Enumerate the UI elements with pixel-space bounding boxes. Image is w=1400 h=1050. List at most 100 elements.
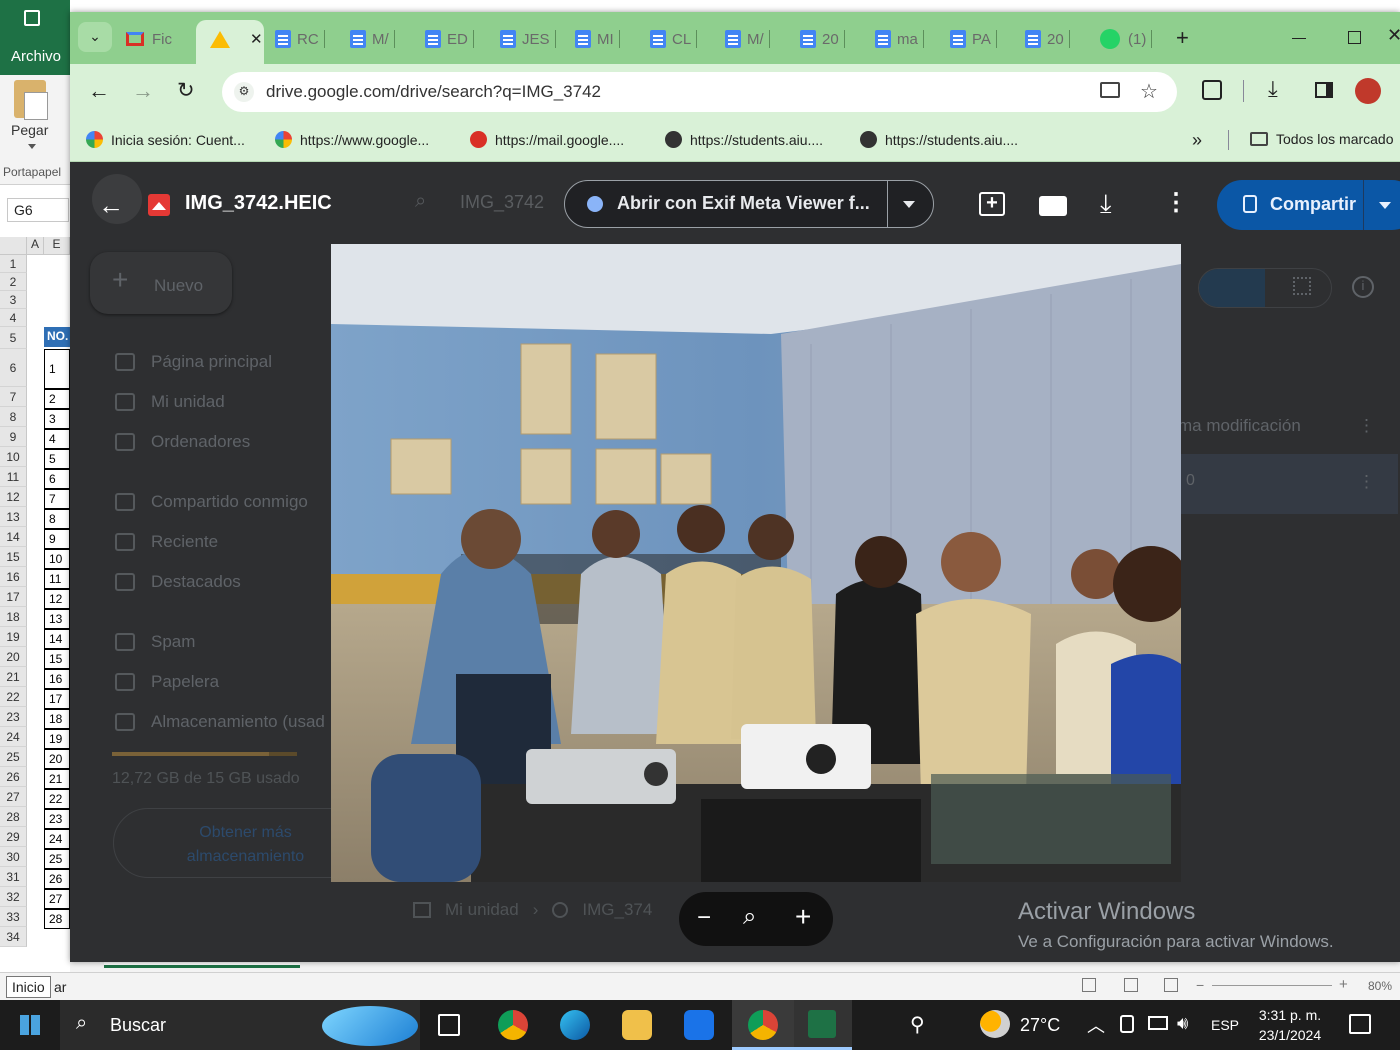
browser-tab[interactable]: MI	[575, 22, 620, 56]
new-button[interactable]: + Nuevo	[90, 252, 232, 314]
browser-tab[interactable]: RC	[275, 22, 325, 56]
row-header[interactable]: 18	[0, 607, 27, 627]
number-cell[interactable]: 10	[44, 549, 70, 569]
row-header[interactable]: 11	[0, 467, 27, 487]
row-header[interactable]: 4	[0, 309, 27, 327]
number-cell[interactable]: 21	[44, 769, 70, 789]
mail-app-icon[interactable]	[684, 1010, 714, 1040]
edge-app-icon[interactable]	[560, 1010, 590, 1040]
number-cell[interactable]: 11	[44, 569, 70, 589]
number-cell[interactable]: 27	[44, 889, 70, 909]
more-bookmarks-icon[interactable]: »	[1192, 130, 1202, 151]
number-cell[interactable]: 19	[44, 729, 70, 749]
taskbar-search[interactable]: ⌕ Buscar	[60, 1000, 420, 1050]
install-app-icon[interactable]	[1100, 82, 1120, 98]
network-icon[interactable]	[1148, 1016, 1168, 1030]
row-header[interactable]: 27	[0, 787, 27, 807]
zoom-in-button[interactable]: +	[795, 901, 811, 933]
usb-device-icon[interactable]	[1120, 1015, 1134, 1033]
download-file-icon[interactable]: ⤓	[1100, 188, 1112, 220]
row-header[interactable]: 31	[0, 867, 27, 887]
number-cell[interactable]: 1	[44, 349, 70, 389]
browser-tab[interactable]: M/	[350, 22, 395, 56]
number-cell[interactable]: 26	[44, 869, 70, 889]
tab-search-button[interactable]: ⌄	[78, 22, 112, 52]
sidebar-item[interactable]: Reciente	[115, 532, 218, 552]
number-cell[interactable]: 2	[44, 389, 70, 409]
row-header[interactable]: 29	[0, 827, 27, 847]
zoom-out-button[interactable]: −	[697, 904, 711, 932]
select-all-corner[interactable]	[0, 237, 27, 255]
number-cell[interactable]: 12	[44, 589, 70, 609]
number-cell[interactable]: 8	[44, 509, 70, 529]
info-icon[interactable]: i	[1352, 276, 1374, 298]
page-layout-icon[interactable]	[1124, 978, 1138, 992]
save-icon[interactable]	[24, 10, 40, 26]
share-dropdown-icon[interactable]	[1379, 202, 1391, 209]
number-cell[interactable]: 6	[44, 469, 70, 489]
number-cell[interactable]: 15	[44, 649, 70, 669]
url-text[interactable]: drive.google.com/drive/search?q=IMG_3742	[266, 82, 601, 102]
row-header[interactable]: 33	[0, 907, 27, 927]
sidebar-item[interactable]: Ordenadores	[115, 432, 250, 452]
zoom-level[interactable]: 80%	[1368, 979, 1392, 993]
maximize-icon[interactable]	[1348, 31, 1361, 44]
new-tab-button[interactable]: +	[1176, 25, 1189, 51]
back-arrow-icon[interactable]: ←	[98, 190, 124, 221]
reload-icon[interactable]: ↻	[177, 78, 195, 103]
extensions-icon[interactable]	[1202, 80, 1222, 100]
row-header[interactable]: 30	[0, 847, 27, 867]
column-more-icon[interactable]: ⋮	[1358, 416, 1375, 436]
row-header[interactable]: 21	[0, 667, 27, 687]
spreadsheet-grid[interactable]: A E 1 2 3 4 5 6 7 8 9 10 11 12 13 14 15 16 17 18 19 20 21 22 2…	[0, 237, 70, 947]
back-icon[interactable]: ←	[88, 78, 110, 104]
row-header[interactable]: 32	[0, 887, 27, 907]
number-cell[interactable]: 5	[44, 449, 70, 469]
browser-tab[interactable]: (1)	[1100, 22, 1153, 56]
notifications-icon[interactable]	[1349, 1014, 1371, 1034]
sidebar-item[interactable]: Almacenamiento (usad	[115, 712, 325, 732]
breadcrumb-file[interactable]: IMG_374	[582, 900, 652, 920]
row-header[interactable]: 16	[0, 567, 27, 587]
row-header[interactable]: 10	[0, 447, 27, 467]
number-cell[interactable]: 3	[44, 409, 70, 429]
grid-view-icon[interactable]	[1293, 277, 1311, 295]
number-cell[interactable]: 13	[44, 609, 70, 629]
row-header[interactable]: 14	[0, 527, 27, 547]
volume-icon[interactable]: 🔊︎	[1177, 1013, 1188, 1034]
browser-tab[interactable]: JES	[500, 22, 556, 56]
browser-tab[interactable]: PA	[950, 22, 997, 56]
row-header[interactable]: 17	[0, 587, 27, 607]
language-indicator[interactable]: ESP	[1211, 1017, 1239, 1033]
row-header[interactable]: 2	[0, 273, 27, 291]
chrome-app-icon[interactable]	[498, 1010, 528, 1040]
row-header[interactable]: 15	[0, 547, 27, 567]
row-header[interactable]: 5	[0, 327, 27, 349]
list-view-button[interactable]	[1199, 269, 1265, 307]
chevron-down-icon[interactable]	[28, 144, 36, 149]
site-info-icon[interactable]: ⚙	[234, 82, 254, 102]
sidebar-item[interactable]: Compartido conmigo	[115, 492, 308, 512]
print-icon[interactable]	[1039, 196, 1067, 216]
zoom-out-icon[interactable]: −	[1196, 977, 1204, 993]
add-comment-icon[interactable]: +	[979, 192, 1005, 216]
bookmark-star-icon[interactable]: ☆	[1140, 79, 1158, 104]
sidebar-item[interactable]: Spam	[115, 632, 195, 652]
people-icon[interactable]: ⚲	[910, 1012, 925, 1037]
row-header[interactable]: 26	[0, 767, 27, 787]
row-header[interactable]: 7	[0, 387, 27, 407]
sidebar-item[interactable]: Destacados	[115, 572, 241, 592]
sheet-tab-inicio[interactable]: Inicio	[6, 976, 51, 998]
number-cell[interactable]: 18	[44, 709, 70, 729]
sidebar-item[interactable]: Papelera	[115, 672, 219, 692]
bookmark-item[interactable]: https://students.aiu....	[665, 131, 823, 148]
clock[interactable]: 3:31 p. m. 23/1/2024	[1254, 1005, 1326, 1045]
view-toggle[interactable]	[1198, 268, 1332, 308]
file-row-selected[interactable]: 0 ⋮	[1180, 454, 1398, 514]
temperature[interactable]: 27°C	[1020, 1015, 1060, 1036]
row-header[interactable]: 6	[0, 349, 27, 387]
browser-tab[interactable]: ma	[875, 22, 924, 56]
page-break-icon[interactable]	[1164, 978, 1178, 992]
number-cell[interactable]: 9	[44, 529, 70, 549]
archivo-menu[interactable]: Archivo	[11, 48, 61, 65]
